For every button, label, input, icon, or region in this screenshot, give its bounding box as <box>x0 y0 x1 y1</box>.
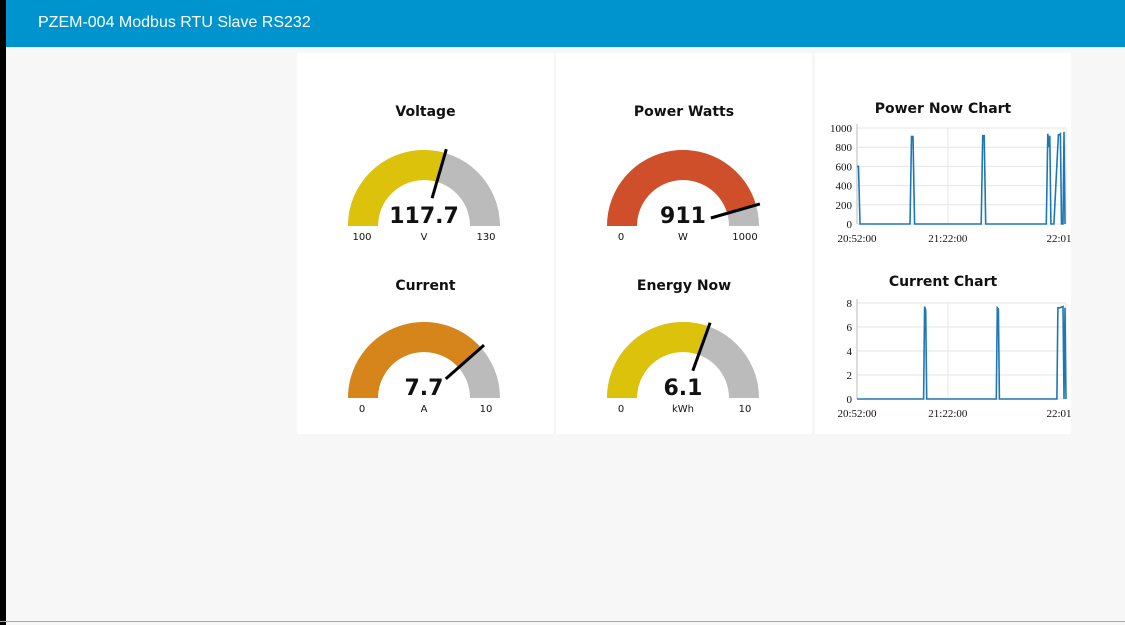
chart-x-tick: 21:22:00 <box>928 408 968 420</box>
chart-y-tick: 400 <box>836 181 853 193</box>
group-column-2: Power Watts 911 W 0 1000 Energy Now 6.1 kWh 0… <box>556 53 812 434</box>
chart-x-tick: 22:01:00 <box>1046 408 1071 420</box>
current-gauge-value: 7.7 <box>405 376 444 401</box>
group-column-3: Power Now Chart 0 200 400 600 800 1000 20:52:0… <box>815 53 1071 434</box>
power-gauge: 911W0 1000 <box>607 149 761 243</box>
energy-gauge-widget: Energy Now 6.1 kWh 0 10 <box>556 225 812 415</box>
dashboard-header: PZEM-004 Modbus RTU Slave RS232 <box>6 0 1125 47</box>
chart-series-line <box>857 305 1067 400</box>
current-gauge-unit: A <box>421 404 428 415</box>
chart-y-tick: 200 <box>836 200 853 212</box>
window-bottom-border <box>0 621 1125 622</box>
chart-y-tick: 0 <box>847 394 853 406</box>
window-left-border <box>0 0 6 625</box>
chart-y-tick: 4 <box>847 346 853 358</box>
chart-y-tick: 2 <box>847 370 853 382</box>
energy-gauge: 6.1 kWh 0 10 <box>607 322 759 415</box>
energy-gauge-min: 0 <box>618 404 624 415</box>
chart-series-line <box>857 131 1066 225</box>
current-chart-widget: Current Chart 0 2 4 6 8 20:52:00 21:22:00 22:01… <box>815 228 1071 428</box>
chart-y-tick: 6 <box>847 322 853 334</box>
group-column-1: Voltage 117.7 V 100 130 Current 7.7 A 0 10 <box>297 53 554 434</box>
current-gauge: 7.7 A 0 10 <box>348 322 500 415</box>
dashboard-title: PZEM-004 Modbus RTU Slave RS232 <box>38 14 311 31</box>
power-chart-widget: Power Now Chart 0 200 400 600 800 1000 20:52:0… <box>815 53 1071 253</box>
voltage-gauge: 117.7V100 130 <box>348 148 500 243</box>
chart-y-tick: 8 <box>847 298 853 310</box>
power-chart: 0200400600800100020:52:0021:22:0022:01:0… <box>830 123 1071 245</box>
current-gauge-max: 10 <box>480 404 493 415</box>
chart-x-tick: 20:52:00 <box>837 408 877 420</box>
power-gauge-widget: Power Watts 911 W 0 1000 <box>556 53 812 243</box>
energy-gauge-max: 10 <box>739 404 752 415</box>
current-gauge-widget: Current 7.7 A 0 10 <box>297 225 554 415</box>
chart-y-tick: 600 <box>836 161 853 173</box>
voltage-gauge-widget: Voltage 117.7 V 100 130 <box>297 53 554 243</box>
current-gauge-min: 0 <box>359 404 365 415</box>
energy-gauge-value: 6.1 <box>664 376 703 401</box>
current-chart: 0 2 4 6 8 20:52:00 21:22:00 22:01:00 <box>837 298 1071 420</box>
chart-y-tick: 1000 <box>830 123 853 135</box>
chart-y-tick: 800 <box>836 142 853 154</box>
energy-gauge-unit: kWh <box>672 404 694 415</box>
